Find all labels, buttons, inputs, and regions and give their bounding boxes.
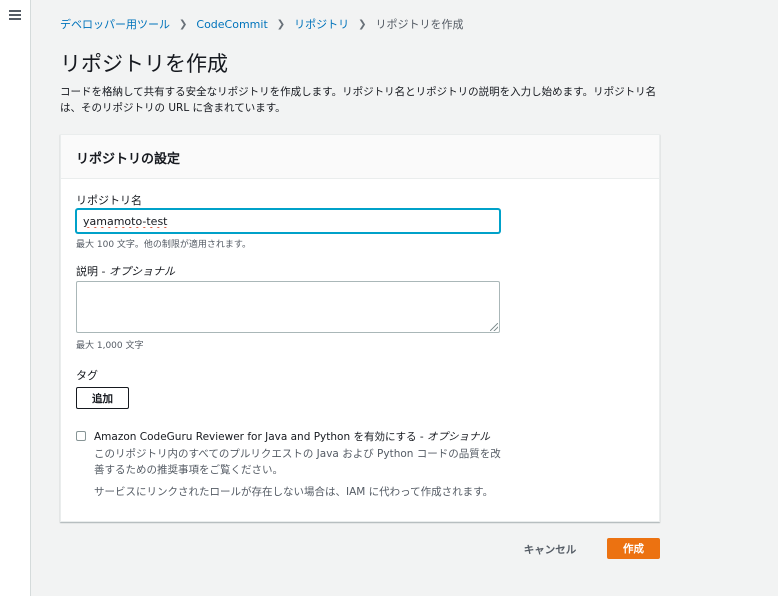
- hamburger-menu-icon[interactable]: [9, 10, 21, 20]
- description-optional: オプショナル: [108, 265, 175, 278]
- breadcrumb-repositories[interactable]: リポジトリ: [294, 16, 349, 32]
- description-textarea[interactable]: [76, 281, 500, 333]
- description-hint: 最大 1,000 文字: [76, 341, 144, 351]
- codeguru-label[interactable]: Amazon CodeGuru Reviewer for Java and Py…: [94, 429, 490, 444]
- breadcrumb: デベロッパー用ツール ❯ CodeCommit ❯ リポジトリ ❯ リポジトリを…: [60, 16, 464, 32]
- breadcrumb-current: リポジトリを作成: [375, 18, 464, 31]
- tags-label: タグ: [76, 369, 98, 382]
- description-label: 説明 - オプショナル: [76, 263, 175, 279]
- chevron-right-icon: ❯: [276, 18, 286, 30]
- codeguru-description: このリポジトリ内のすべてのプルリクエストの Java および Python コー…: [94, 448, 501, 476]
- breadcrumb-codecommit[interactable]: CodeCommit: [196, 18, 267, 31]
- page-description: コードを格納して共有する安全なリポジトリを作成します。リポジトリ名とリポジトリの…: [60, 86, 657, 114]
- chevron-right-icon: ❯: [358, 18, 367, 30]
- repo-name-hint: 最大 100 文字。他の制限が適用されます。: [76, 240, 252, 250]
- codeguru-note: サービスにリンクされたロールが存在しない場合は、IAM に代わって作成されます。: [94, 486, 494, 498]
- repository-settings-panel: リポジトリの設定 リポジトリ名 最大 100 文字。他の制限が適用されます。 説…: [60, 134, 660, 522]
- codeguru-checkbox[interactable]: [76, 431, 86, 441]
- page-title: リポジトリを作成: [60, 52, 228, 76]
- side-navigation: [0, 0, 31, 596]
- add-tag-button[interactable]: 追加: [76, 387, 129, 409]
- repo-name-input[interactable]: [76, 209, 500, 233]
- chevron-right-icon: ❯: [179, 18, 188, 30]
- panel-header: リポジトリの設定: [61, 135, 659, 179]
- codeguru-label-text: Amazon CodeGuru Reviewer for Java and Py…: [94, 431, 428, 443]
- main-content: デベロッパー用ツール ❯ CodeCommit ❯ リポジトリ ❯ リポジトリを…: [31, 0, 778, 596]
- breadcrumb-developer-tools[interactable]: デベロッパー用ツール: [60, 16, 170, 32]
- repo-name-label: リポジトリ名: [76, 194, 142, 207]
- description-label-text: 説明 -: [76, 265, 109, 278]
- codeguru-optional: オプショナル: [427, 431, 491, 443]
- cancel-button[interactable]: キャンセル: [515, 539, 585, 559]
- create-button[interactable]: 作成: [607, 538, 660, 559]
- resize-grip-icon[interactable]: [490, 323, 498, 331]
